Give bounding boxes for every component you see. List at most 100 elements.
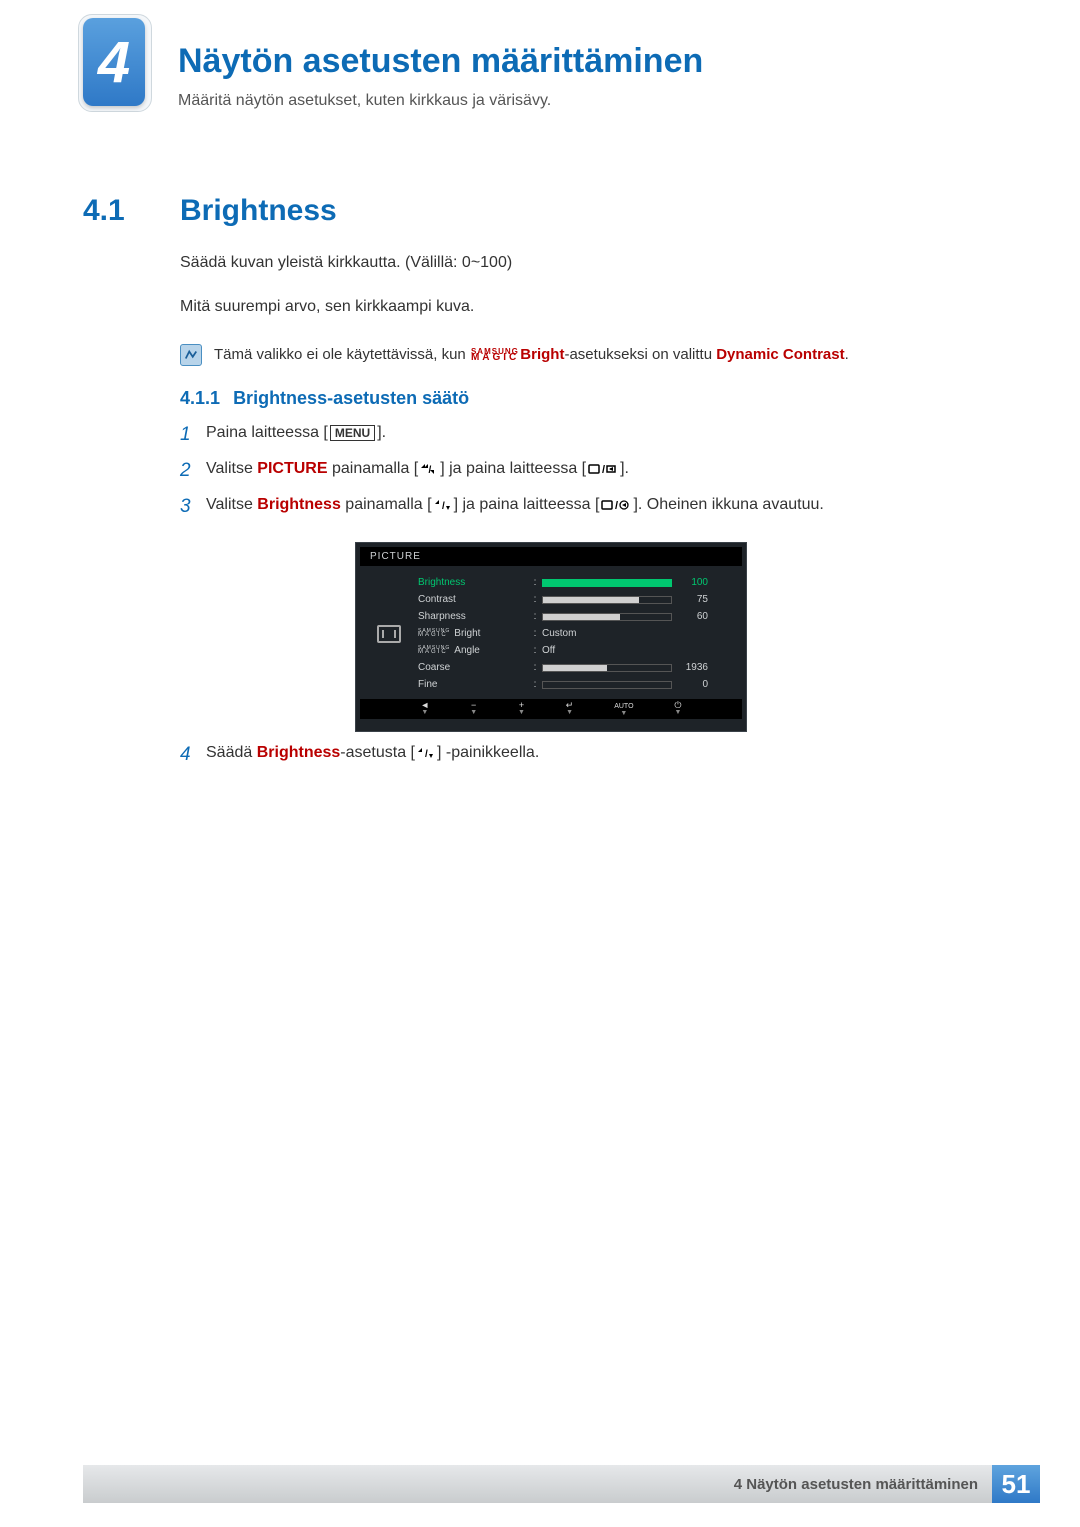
svg-text:/: / <box>442 501 445 511</box>
samsung-magic-brand: SAMSUNGMAGIC <box>471 349 519 362</box>
source-enter-icon: / <box>588 460 618 478</box>
section-body-2: Mitä suurempi arvo, sen kirkkaampi kuva. <box>180 298 474 316</box>
osd-colon: : <box>528 611 542 622</box>
osd-row-label: SAMSUNGMAGICBright <box>418 628 528 639</box>
monitor-icon <box>377 625 401 643</box>
osd-row-value: 75 <box>672 594 712 605</box>
osd-row-label: Brightness <box>418 577 528 588</box>
osd-nav-enter: ↵▼ <box>566 701 574 716</box>
step-text: Säädä Brightness-asetusta [/] -painikkee… <box>206 744 539 766</box>
osd-row-textvalue: Custom <box>542 628 576 639</box>
osd-row-label: Sharpness <box>418 611 528 622</box>
svg-text:/: / <box>425 749 428 759</box>
osd-colon: : <box>528 577 542 588</box>
osd-row-textvalue: Off <box>542 645 555 656</box>
note-middle: -asetukseksi on valittu <box>564 346 716 363</box>
step-4: 4 Säädä Brightness-asetusta [/] -painikk… <box>180 744 539 766</box>
up-down-icon: / <box>420 460 438 478</box>
osd-row: SAMSUNGMAGICBright:Custom <box>412 625 736 642</box>
osd-nav-plus: +▼ <box>518 701 525 716</box>
svg-text:/: / <box>602 464 605 476</box>
svg-text:/: / <box>429 465 432 475</box>
footer-page-number: 51 <box>992 1465 1040 1503</box>
up-down-icon: / <box>417 744 435 762</box>
section-title: Brightness <box>180 194 337 228</box>
osd-row-label: SAMSUNGMAGICAngle <box>418 645 528 656</box>
chapter-badge: 4 <box>83 18 145 106</box>
osd-row: Contrast: 75 <box>412 591 736 608</box>
osd-slider-track <box>542 664 672 672</box>
osd-row: Fine: 0 <box>412 676 736 693</box>
section-number: 4.1 <box>83 194 125 228</box>
step-number: 1 <box>180 424 206 446</box>
subsection-title: Brightness-asetusten säätö <box>233 388 469 408</box>
note-prefix: Tämä valikko ei ole käytettävissä, kun <box>214 346 470 363</box>
section-body-1: Säädä kuvan yleistä kirkkautta. (Välillä… <box>180 254 512 272</box>
note-icon <box>180 344 202 366</box>
osd-nav-left: ◄▼ <box>420 701 429 716</box>
osd-row-value: 60 <box>672 611 712 622</box>
step-text: Valitse Brightness painamalla [/] ja pai… <box>206 496 824 514</box>
page-footer: 4 Näytön asetusten määrittäminen 51 <box>83 1465 1040 1503</box>
step-1: 1 Paina laitteessa [MENU]. <box>180 424 980 446</box>
osd-header: PICTURE <box>360 547 742 566</box>
chapter-description: Määritä näytön asetukset, kuten kirkkaus… <box>178 92 551 110</box>
step-text: Paina laitteessa [MENU]. <box>206 424 386 442</box>
osd-row-label: Contrast <box>418 594 528 605</box>
chapter-title: Näytön asetusten määrittäminen <box>178 42 703 81</box>
osd-body: Brightness: 100 Contrast: 75 Sharpness: 60 SAM… <box>356 570 746 695</box>
osd-nav-auto: AUTO▼ <box>614 701 633 717</box>
note-text: Tämä valikko ei ole käytettävissä, kun S… <box>214 344 849 363</box>
brightness-label: Brightness <box>257 496 341 513</box>
osd-slider-track <box>542 613 672 621</box>
note-bright-word: Bright <box>520 346 564 363</box>
osd-row-value: 1936 <box>672 662 712 673</box>
osd-row: SAMSUNGMAGICAngle:Off <box>412 642 736 659</box>
svg-text:/: / <box>615 500 618 512</box>
menu-button-label: MENU <box>330 425 375 441</box>
osd-colon: : <box>528 594 542 605</box>
osd-row-label: Coarse <box>418 662 528 673</box>
osd-colon: : <box>528 628 542 639</box>
osd-colon: : <box>528 645 542 656</box>
footer-chapter-label: 4 Näytön asetusten määrittäminen <box>83 1465 992 1503</box>
osd-slider-track <box>542 596 672 604</box>
osd-nav-minus: −▼ <box>470 701 477 716</box>
osd-slider-track <box>542 579 672 587</box>
step-text: Valitse PICTURE painamalla [/] ja paina … <box>206 460 629 478</box>
step-number: 2 <box>180 460 206 482</box>
up-down-icon: / <box>434 496 452 514</box>
osd-row-value: 100 <box>672 577 712 588</box>
step-2: 2 Valitse PICTURE painamalla [/] ja pain… <box>180 460 980 482</box>
osd-colon: : <box>528 662 542 673</box>
osd-slider-fill <box>543 580 671 586</box>
osd-nav-power: ⏻▼ <box>674 701 681 716</box>
subsection-number: 4.1.1 <box>180 388 220 408</box>
osd-category-icon <box>366 574 412 693</box>
osd-slider-track <box>542 681 672 689</box>
osd-slider-fill <box>543 614 620 620</box>
osd-row: Brightness: 100 <box>412 574 736 591</box>
osd-slider-fill <box>543 665 607 671</box>
subsection-heading: 4.1.1 Brightness-asetusten säätö <box>180 388 469 409</box>
osd-row: Coarse: 1936 <box>412 659 736 676</box>
osd-row: Sharpness: 60 <box>412 608 736 625</box>
osd-row-value: 0 <box>672 679 712 690</box>
note-row: Tämä valikko ei ole käytettävissä, kun S… <box>180 344 849 366</box>
osd-row-label: Fine <box>418 679 528 690</box>
step-number: 4 <box>180 744 206 766</box>
chapter-number: 4 <box>98 29 130 96</box>
osd-slider-fill <box>543 597 639 603</box>
step-number: 3 <box>180 496 206 518</box>
osd-colon: : <box>528 679 542 690</box>
note-dynamic-contrast: Dynamic Contrast <box>716 346 844 363</box>
brightness-label: Brightness <box>257 744 341 761</box>
steps-list: 1 Paina laitteessa [MENU]. 2 Valitse PIC… <box>180 424 980 532</box>
picture-label: PICTURE <box>257 460 327 477</box>
source-enter-icon: / <box>601 496 631 514</box>
osd-footer: ◄▼ −▼ +▼ ↵▼ AUTO▼ ⏻▼ <box>360 699 742 719</box>
osd-settings-list: Brightness: 100 Contrast: 75 Sharpness: 60 SAM… <box>412 574 736 693</box>
note-suffix: . <box>845 346 849 363</box>
osd-menu-screenshot: PICTURE Brightness: 100 Contrast: 75 Sharpne… <box>355 542 747 732</box>
step-3: 3 Valitse Brightness painamalla [/] ja p… <box>180 496 980 518</box>
